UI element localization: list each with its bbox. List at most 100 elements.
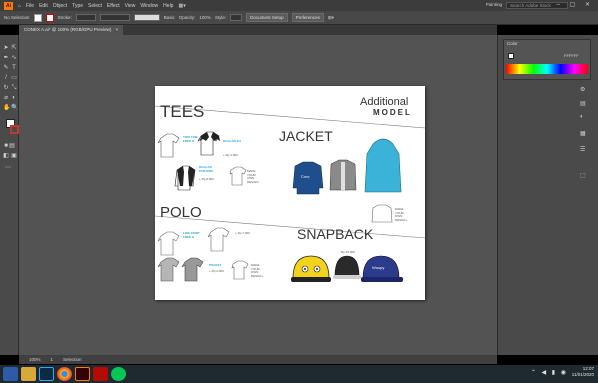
pen-tool-icon[interactable]: ✒	[3, 55, 9, 61]
price-polo-1: + Rp 7.000	[235, 231, 250, 235]
panel-icon-2[interactable]: ▤	[580, 100, 586, 107]
artboard-number[interactable]: 1	[51, 357, 54, 362]
eyedropper-tool-icon[interactable]: ⌀	[3, 95, 9, 101]
right-panel-dock	[497, 35, 598, 355]
workspace-switcher[interactable]: Painting	[486, 2, 502, 7]
color-fill-swatch[interactable]	[508, 53, 514, 59]
polo-white-2-icon	[207, 227, 230, 252]
zoom-level[interactable]: 100%	[29, 357, 41, 362]
line-app-icon[interactable]	[111, 367, 126, 381]
taskbar-clock[interactable]: 12:07 11/01/2020	[572, 366, 594, 378]
document-tab[interactable]: CONEX A.ai* @ 100% (RGB/GPU Preview) ×	[19, 25, 124, 35]
acrobat-icon[interactable]	[93, 367, 108, 381]
panel-icon-6[interactable]: ⬚	[580, 172, 586, 179]
label-two-line: TWO LINE FREE H	[183, 135, 198, 143]
polo-white-icon	[157, 231, 180, 256]
document-title: CONEX A.ai* @ 100% (RGB/GPU Preview)	[24, 27, 112, 32]
windows-taskbar	[0, 365, 598, 383]
polo-grey-1-icon	[157, 257, 180, 282]
additional-heading: Additional	[360, 96, 409, 108]
panel-icon-1[interactable]: ⚙	[580, 86, 585, 93]
arrange-documents-icon[interactable]: ▦▾	[178, 3, 185, 9]
chrome-icon[interactable]	[57, 367, 72, 381]
style-picker[interactable]	[230, 14, 243, 21]
status-bar: 100% 1 Selection	[19, 355, 497, 364]
menu-help[interactable]: Help	[163, 3, 173, 9]
jacket-heading: JACKET	[279, 128, 333, 144]
brush-definition-field[interactable]	[133, 14, 160, 21]
menu-select[interactable]: Select	[88, 3, 102, 9]
jacket-grey-icon	[329, 159, 357, 191]
menu-view[interactable]: View	[125, 3, 136, 9]
selection-status: No Selection	[4, 15, 30, 20]
snapback-heading: SNAPBACK	[297, 226, 374, 242]
drawing-mode-icon[interactable]: ◧	[3, 153, 9, 159]
make-own-tee: MAKE YOUR OWN DESIGN	[247, 169, 259, 184]
stroke-color-box[interactable]	[10, 125, 19, 134]
illustrator-taskbar-icon[interactable]	[75, 367, 90, 381]
tee-custom-icon	[229, 166, 247, 186]
menu-edit[interactable]: Edit	[39, 3, 48, 9]
model-heading: MODEL	[373, 108, 412, 117]
jacket-varsity-icon: Crew	[292, 161, 324, 195]
menu-effect[interactable]: Effect	[107, 3, 120, 9]
shape-builder-icon[interactable]: ◐	[11, 95, 17, 101]
menu-file[interactable]: File	[26, 3, 34, 9]
selection-tool-icon[interactable]: ➤	[3, 45, 9, 51]
panel-icon-3[interactable]: ◐	[580, 114, 584, 120]
style-label: Style:	[214, 15, 227, 20]
snapback-black-icon	[333, 255, 361, 279]
menu-type[interactable]: Type	[72, 3, 83, 9]
more-tools-icon[interactable]: ⋯	[5, 165, 11, 171]
home-icon[interactable]: ⌂	[18, 3, 21, 9]
hand-tool-icon[interactable]: ✋	[3, 105, 10, 111]
label-raglan-3-4: RAGLAN 3/4	[223, 139, 241, 143]
color-panel-title: Color	[507, 41, 518, 46]
illustrator-logo: Ai	[4, 1, 13, 10]
document-setup-button[interactable]: Document Setup	[246, 13, 288, 22]
menu-window[interactable]: Window	[140, 3, 158, 9]
opacity-label: Opacity:	[178, 15, 196, 20]
type-tool-icon[interactable]: T	[11, 65, 17, 71]
artboard[interactable]: Crew TEES Additional MODEL JACKET POLO S…	[155, 86, 425, 300]
align-icon[interactable]: ⊞▾	[328, 15, 334, 21]
tee-raglan-icon	[197, 131, 220, 156]
svg-text:Crew: Crew	[301, 174, 310, 179]
rotate-tool-icon[interactable]: ↻	[3, 85, 9, 91]
menu-object[interactable]: Object	[53, 3, 67, 9]
preferences-button[interactable]: Preferences	[291, 13, 324, 22]
color-hex-value[interactable]: FFFFFF	[564, 53, 579, 58]
label-raglan-panjang: RAGLAN PANJANG	[199, 165, 214, 173]
control-bar: No Selection Stroke: Basic Opacity: 100%…	[0, 11, 598, 25]
start-icon[interactable]	[3, 367, 18, 381]
system-tray-icons[interactable]: ⌃ ◀ ▮ ◉	[531, 369, 568, 376]
rectangle-tool-icon[interactable]: ▭	[11, 75, 17, 81]
color-spectrum[interactable]	[506, 64, 588, 74]
fill-swatch[interactable]	[33, 13, 42, 22]
stroke-weight-field[interactable]	[75, 14, 96, 21]
close-tab-icon[interactable]: ×	[116, 27, 119, 32]
jacket-custom-icon	[371, 204, 393, 223]
panel-icon-4[interactable]: ▦	[580, 130, 586, 137]
window-controls[interactable]: – ▢ ✕	[557, 1, 594, 8]
polo-heading: POLO	[160, 204, 202, 221]
panel-icon-5[interactable]: ☰	[580, 146, 585, 153]
file-explorer-icon[interactable]	[21, 367, 36, 381]
curvature-tool-icon[interactable]: ∿	[11, 55, 17, 61]
price-polo-2: + Rp 2.000	[209, 269, 224, 273]
price-tee-1: + Rp 4.000	[223, 153, 238, 157]
opacity-value[interactable]: 100%	[199, 15, 211, 20]
tools-panel: ➤ ⇱ ✒ ∿ ✎ T / ▭ ↻ ⤡ ⌀ ◐ ✋ 🔍 ■ ▤ ⁄ ◧ ▣ ⋯	[0, 35, 19, 355]
photoshop-icon[interactable]	[39, 367, 54, 381]
pencil-tool-icon[interactable]: ✎	[3, 65, 9, 71]
zoom-tool-icon[interactable]: 🔍	[11, 105, 18, 111]
direct-selection-icon[interactable]: ⇱	[11, 45, 17, 51]
price-tee-2: + Rp 8.000	[199, 177, 214, 181]
line-tool-icon[interactable]: /	[3, 75, 9, 81]
scale-tool-icon[interactable]: ⤡	[11, 85, 17, 91]
brush-label: Basic	[163, 15, 175, 20]
screen-mode-icon[interactable]: ▣	[11, 153, 17, 159]
price-snapback: Rp 45.000	[341, 250, 355, 254]
variable-width-field[interactable]	[99, 14, 130, 21]
stroke-swatch[interactable]	[45, 13, 54, 22]
